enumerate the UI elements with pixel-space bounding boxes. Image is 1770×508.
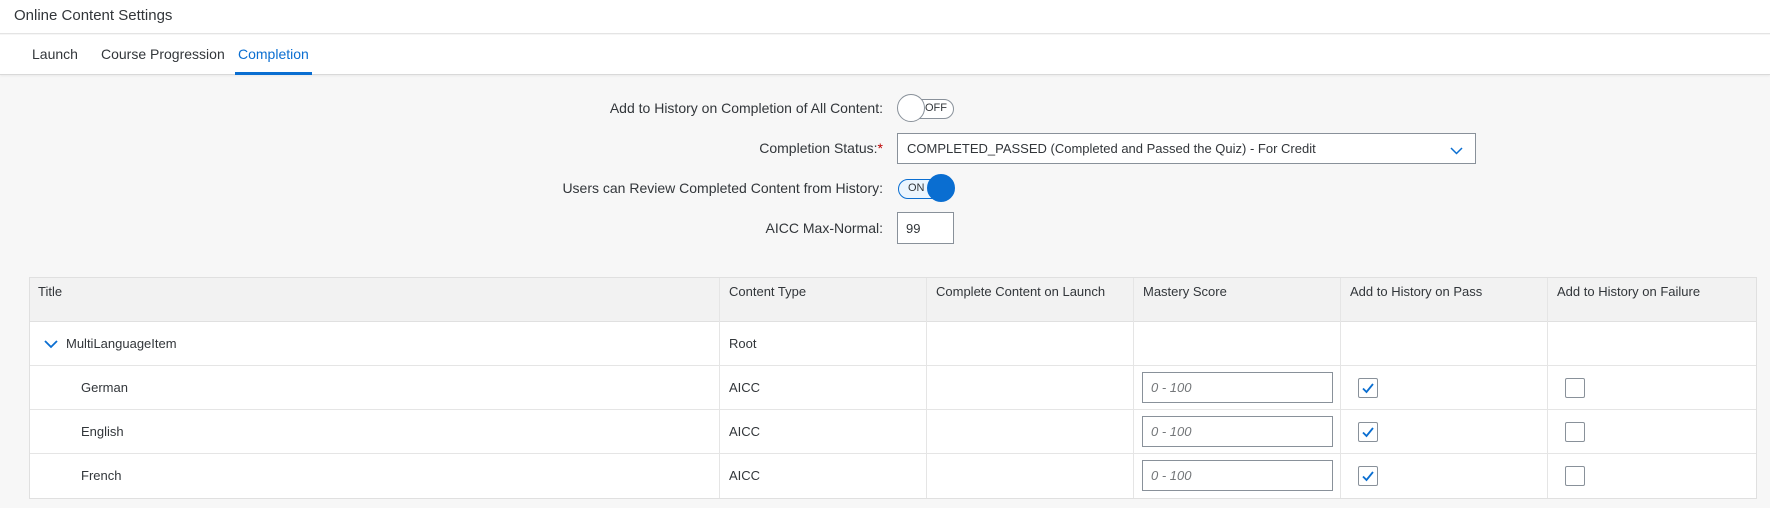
- content-table: Title Content Type Complete Content on L…: [29, 277, 1757, 499]
- history-pass-checkbox[interactable]: [1358, 378, 1378, 398]
- history-failure-checkbox[interactable]: [1565, 378, 1585, 398]
- tab-course-progression[interactable]: Course Progression: [101, 35, 225, 74]
- window-title: Online Content Settings: [14, 7, 173, 24]
- column-header-mastery-score: Mastery Score: [1143, 284, 1227, 299]
- checkmark-icon: [1362, 427, 1374, 438]
- checkmark-icon: [1362, 383, 1374, 394]
- checkmark-icon: [1362, 471, 1374, 482]
- column-separator: [926, 278, 927, 498]
- row-title: English: [81, 424, 124, 439]
- column-header-history-pass: Add to History on Pass: [1350, 284, 1483, 299]
- completion-status-select[interactable]: COMPLETED_PASSED (Completed and Passed t…: [897, 133, 1476, 164]
- aicc-max-normal-label: AICC Max-Normal:: [765, 220, 883, 236]
- review-history-label: Users can Review Completed Content from …: [562, 180, 883, 196]
- table-row: French AICC: [30, 454, 1756, 498]
- add-history-completion-label: Add to History on Completion of All Cont…: [609, 100, 883, 116]
- required-marker: *: [877, 140, 883, 156]
- column-separator: [1133, 278, 1134, 498]
- chevron-down-icon[interactable]: [44, 336, 58, 352]
- row-content-type: Root: [729, 336, 757, 351]
- table-row-root: MultiLanguageItem Root: [30, 322, 1756, 366]
- completion-status-value: COMPLETED_PASSED (Completed and Passed t…: [907, 141, 1316, 156]
- add-history-completion-toggle[interactable]: OFF: [897, 94, 954, 122]
- mastery-score-input[interactable]: [1142, 372, 1333, 403]
- column-header-title: Title: [38, 284, 63, 299]
- table-row: German AICC: [30, 366, 1756, 410]
- aicc-max-normal-input[interactable]: [897, 212, 954, 244]
- toggle-knob: [897, 94, 925, 122]
- row-content-type: AICC: [729, 424, 761, 439]
- table-row: English AICC: [30, 410, 1756, 454]
- history-pass-checkbox[interactable]: [1358, 466, 1378, 486]
- mastery-score-input[interactable]: [1142, 460, 1333, 491]
- review-history-toggle[interactable]: ON: [898, 174, 955, 202]
- tab-completion[interactable]: Completion: [235, 35, 312, 75]
- column-header-complete-on-launch: Complete Content on Launch: [936, 284, 1106, 299]
- column-separator: [719, 278, 720, 498]
- row-title: MultiLanguageItem: [66, 336, 177, 351]
- tab-bar: Launch Course Progression Completion: [0, 35, 1770, 75]
- toggle-state-text: ON: [908, 182, 925, 194]
- column-separator: [1547, 278, 1548, 498]
- column-header-content-type: Content Type: [729, 284, 807, 299]
- history-failure-checbox[interactable]: [1565, 466, 1585, 486]
- tab-label: Course Progression: [101, 46, 225, 62]
- history-pass-checkbox[interactable]: [1358, 422, 1378, 442]
- column-header-history-failure: Add to History on Failure: [1557, 284, 1701, 299]
- row-content-type: AICC: [729, 380, 761, 395]
- title-bar: Online Content Settings: [0, 0, 1770, 34]
- row-content-type: AICC: [729, 468, 761, 483]
- tab-label: Launch: [32, 46, 78, 62]
- completion-status-label-text: Completion Status:: [759, 140, 878, 156]
- toggle-knob: [927, 174, 955, 202]
- table-header: Title Content Type Complete Content on L…: [30, 278, 1756, 322]
- mastery-score-input[interactable]: [1142, 416, 1333, 447]
- toggle-state-text: OFF: [925, 102, 947, 114]
- tab-launch[interactable]: Launch: [32, 35, 78, 74]
- column-separator: [1340, 278, 1341, 498]
- active-tab-indicator: [235, 72, 312, 75]
- chevron-down-icon: [1450, 143, 1463, 159]
- tab-label: Completion: [238, 46, 309, 62]
- row-title: German: [81, 380, 128, 395]
- row-title: French: [81, 468, 122, 483]
- completion-status-label: Completion Status:*: [759, 140, 883, 156]
- history-failure-checkbox[interactable]: [1565, 422, 1585, 442]
